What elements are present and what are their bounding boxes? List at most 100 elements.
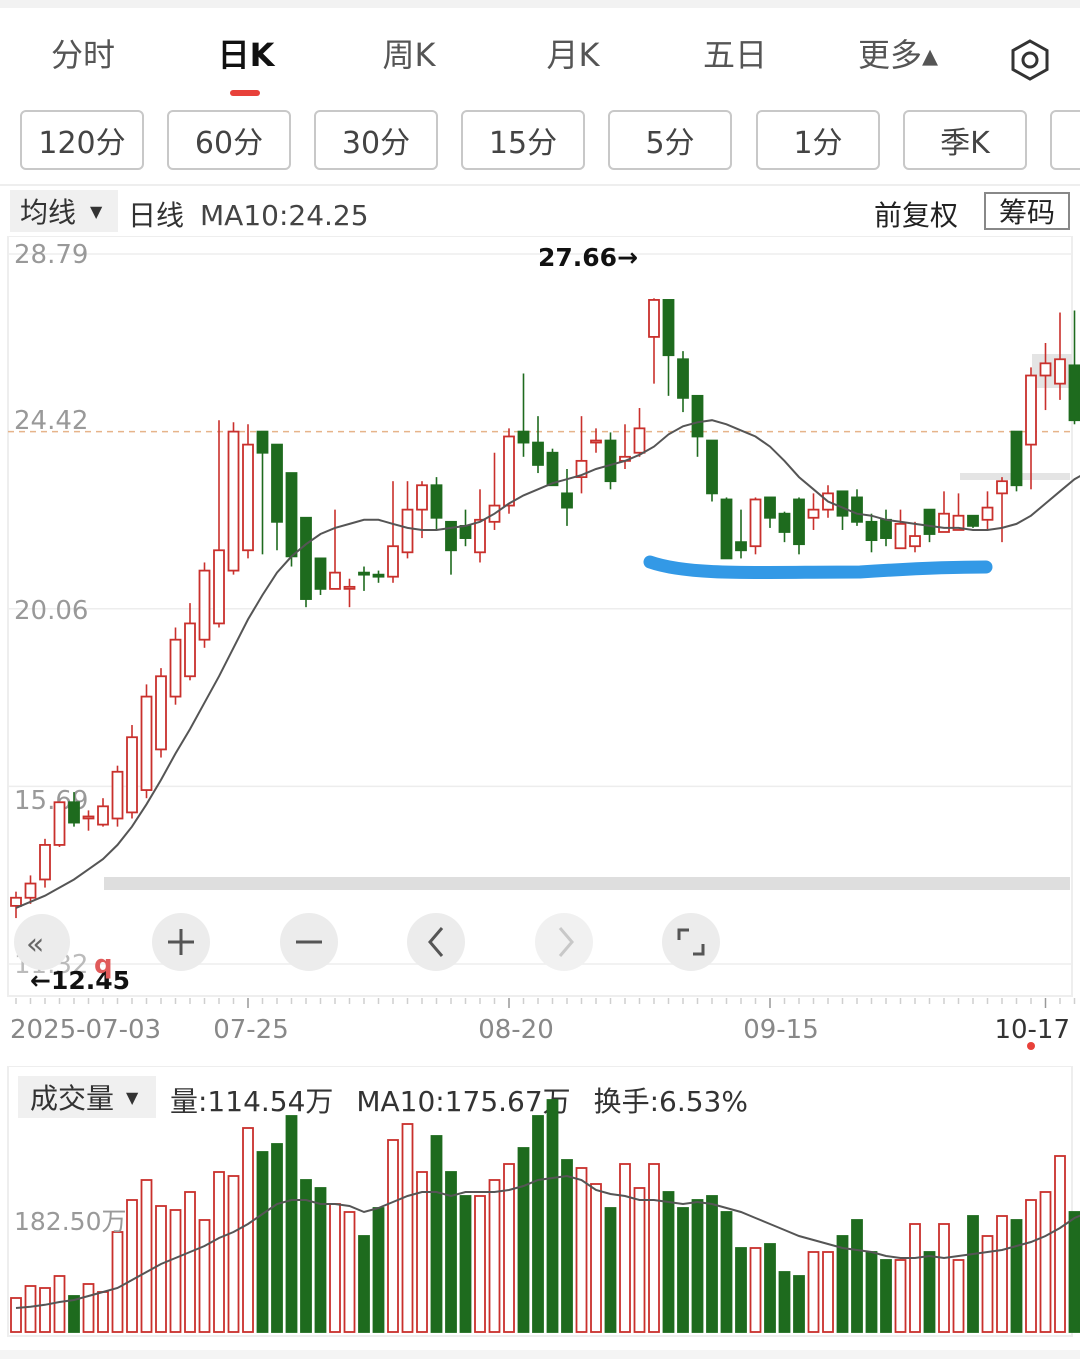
volume-bar <box>155 1205 167 1333</box>
volume-bar <box>894 1259 907 1333</box>
candle-body <box>97 805 109 826</box>
candle-body <box>169 638 182 698</box>
volume-bar <box>532 1115 544 1333</box>
candle-body <box>314 557 327 590</box>
period-120min-button[interactable]: 120分 <box>20 110 144 170</box>
volume-axis-label: 182.50万 <box>14 1207 126 1236</box>
volume-bar <box>604 1207 617 1333</box>
period-5min-button[interactable]: 5分 <box>608 110 732 170</box>
volume-bar <box>749 1247 762 1333</box>
max-price-annotation: 27.66→ <box>538 243 638 272</box>
volume-bar <box>793 1275 805 1333</box>
volume-bar <box>169 1209 182 1333</box>
volume-bar <box>256 1151 269 1333</box>
volume-bar <box>619 1163 631 1333</box>
candle-body <box>1025 374 1037 446</box>
settings-gear-icon[interactable] <box>1008 38 1052 82</box>
price-label-3: 20.06 <box>14 596 88 626</box>
candle-body <box>155 675 167 751</box>
volume-bar <box>401 1123 414 1333</box>
candle-body <box>996 480 1008 495</box>
candle-body <box>677 358 689 399</box>
volume-bar <box>474 1195 486 1333</box>
volume-bar <box>242 1127 254 1333</box>
candle-body <box>561 492 573 509</box>
candle-body <box>938 512 950 533</box>
candle-body <box>981 506 994 521</box>
kline-chart[interactable]: 28.79 24.42 20.06 15.69 11.32 27.66→ ←12… <box>0 236 1080 1066</box>
candle-body <box>865 520 878 542</box>
volume-bar <box>343 1211 356 1333</box>
date-label-2: 07-25 <box>213 1015 289 1045</box>
overlay-grey-block <box>1032 354 1072 388</box>
candle-body <box>851 496 863 523</box>
volume-bar <box>372 1207 385 1333</box>
candle-body <box>285 472 298 558</box>
volume-chart[interactable]: 182.50万 <box>0 1066 1080 1359</box>
candle-body <box>10 896 22 907</box>
tab-monthly-k[interactable]: 月K <box>547 30 600 76</box>
date-label-start: 2025-07-03 <box>10 1015 161 1045</box>
price-label-max: 28.79 <box>14 240 88 270</box>
chip-distribution-button[interactable]: 筹码 <box>984 192 1070 230</box>
zoom-out-button[interactable] <box>280 913 338 971</box>
tab-more[interactable]: 更多▴ <box>858 30 938 76</box>
candle-body <box>474 518 486 554</box>
volume-bar <box>822 1251 834 1333</box>
volume-bar <box>952 1259 965 1333</box>
candle-body <box>880 518 892 539</box>
overlay-grey-band <box>104 877 1070 890</box>
volume-bar <box>53 1275 66 1333</box>
candle-body <box>604 439 617 483</box>
period-more-button-partial[interactable] <box>1050 110 1080 170</box>
marker-q-icon: q <box>94 950 113 980</box>
collapse-left-button[interactable]: « <box>14 914 70 970</box>
active-tab-indicator <box>230 90 260 96</box>
price-axis-labels: 28.79 24.42 20.06 15.69 11.32 <box>14 240 88 980</box>
volume-bar <box>387 1139 399 1333</box>
tab-weekly-k[interactable]: 周K <box>383 30 436 76</box>
volume-bar <box>1039 1191 1052 1333</box>
volume-bar <box>764 1243 776 1333</box>
adjust-mode-label[interactable]: 前复权 <box>874 194 958 234</box>
scroll-left-button[interactable] <box>407 913 465 971</box>
candle-body <box>343 585 356 590</box>
tab-timeshare[interactable]: 分时 <box>51 30 115 76</box>
volume-bar <box>24 1285 37 1333</box>
period-30min-button[interactable]: 30分 <box>314 110 438 170</box>
candle-body <box>590 439 602 444</box>
candle-body <box>517 430 530 444</box>
candle-body <box>242 443 254 552</box>
period-60min-button[interactable]: 60分 <box>167 110 291 170</box>
candle-body <box>68 801 80 824</box>
period-1min-button[interactable]: 1分 <box>756 110 880 170</box>
volume-bar <box>807 1251 820 1333</box>
dropdown-arrow-icon: ▼ <box>90 201 103 221</box>
candle-body <box>503 435 515 507</box>
ma-selector[interactable]: 均线 ▼ <box>10 190 118 232</box>
chart-tabs: 分时 日K 周K 月K 五日 更多▴ <box>0 8 1080 100</box>
volume-bar <box>880 1259 892 1333</box>
double-chevron-left-icon: « <box>26 927 44 962</box>
candle-body <box>459 524 472 539</box>
candle-body <box>749 498 762 548</box>
bottom-strip <box>0 1350 1080 1359</box>
period-quarter-k-button[interactable]: 季K <box>903 110 1027 170</box>
scroll-right-button[interactable] <box>535 913 593 971</box>
tab-five-day[interactable]: 五日 <box>703 30 767 76</box>
candle-body <box>401 508 414 554</box>
volume-bar <box>416 1171 428 1333</box>
volume-bar <box>981 1235 994 1333</box>
fullscreen-button[interactable] <box>662 913 720 971</box>
volume-bar <box>575 1167 588 1333</box>
tab-daily-k[interactable]: 日K <box>218 30 275 76</box>
volume-bar <box>561 1159 573 1333</box>
volume-bar <box>97 1291 109 1333</box>
period-15min-button[interactable]: 15分 <box>461 110 585 170</box>
zoom-in-button[interactable] <box>152 913 210 971</box>
chart-controls: « <box>14 913 720 971</box>
candle-body <box>735 541 747 552</box>
candle-body <box>300 516 312 600</box>
support-annotation-line <box>643 555 993 580</box>
volume-bar <box>836 1235 849 1333</box>
